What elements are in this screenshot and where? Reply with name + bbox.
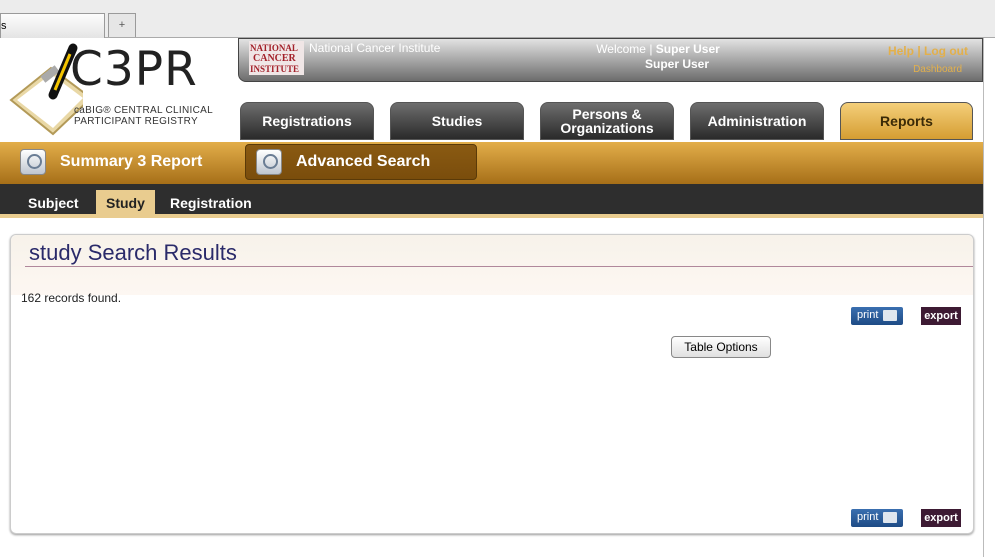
page-title: study Search Results: [29, 240, 237, 265]
nav-tab-registrations[interactable]: Registrations: [240, 102, 374, 140]
dashboard-link[interactable]: Dashboard: [913, 64, 962, 75]
summary-report-label: Summary 3 Report: [60, 153, 203, 170]
summary-report-button[interactable]: Summary 3 Report: [20, 144, 202, 180]
separator: |: [913, 44, 925, 58]
browser-tab-strip: s +: [0, 0, 995, 38]
tab-registration[interactable]: Registration: [160, 190, 262, 218]
welcome-text: Welcome | Super User: [583, 42, 733, 56]
tab-subject[interactable]: Subject: [18, 190, 89, 218]
main-nav: Registrations Studies Persons & Organiza…: [236, 100, 983, 142]
svg-text:INSTITUTE: INSTITUTE: [250, 64, 299, 74]
printer-icon: [883, 512, 897, 523]
browser-tab-label: s: [1, 20, 7, 32]
browser-tab[interactable]: s: [0, 13, 105, 38]
nav-tab-persons-organizations[interactable]: Persons & Organizations: [540, 102, 674, 140]
nci-logo[interactable]: NATIONAL CANCER INSTITUTE: [249, 41, 304, 75]
svg-text:NATIONAL: NATIONAL: [250, 43, 298, 53]
welcome-prefix: Welcome |: [596, 42, 656, 56]
window-edge: [983, 38, 995, 557]
advanced-search-button[interactable]: Advanced Search: [245, 144, 477, 180]
logo-title: C3PR: [70, 42, 198, 97]
magnifier-icon: [20, 149, 46, 175]
logo-subtitle-1: caBIG® CENTRAL CLINICAL: [74, 105, 213, 116]
tab-study[interactable]: Study: [96, 190, 155, 218]
user-name-secondary: Super User: [645, 57, 710, 71]
top-bar: NATIONAL CANCER INSTITUTE National Cance…: [238, 38, 983, 82]
c3pr-logo[interactable]: C3PR caBIG® CENTRAL CLINICAL PARTICIPANT…: [0, 38, 236, 142]
export-button-top[interactable]: export: [921, 307, 961, 325]
sub-nav: Summary 3 Report Advanced Search: [0, 142, 983, 184]
help-link[interactable]: Help: [888, 44, 914, 58]
nav-tab-studies[interactable]: Studies: [390, 102, 524, 140]
user-name: Super User: [655, 42, 720, 56]
records-count: 162 records found.: [21, 291, 122, 305]
nav-tab-reports[interactable]: Reports: [840, 102, 973, 140]
advanced-search-label: Advanced Search: [296, 153, 431, 170]
magnifier-icon: [256, 149, 282, 175]
nci-logo-graphic: NATIONAL CANCER INSTITUTE: [250, 43, 299, 74]
table-options-button[interactable]: Table Options: [671, 336, 771, 358]
nci-label[interactable]: National Cancer Institute: [309, 41, 440, 55]
print-button-bottom[interactable]: print: [851, 509, 903, 527]
logout-link[interactable]: Log out: [924, 44, 968, 58]
title-divider: [25, 266, 973, 267]
print-button-top[interactable]: print: [851, 307, 903, 325]
help-links: Help | Log out: [888, 44, 968, 58]
export-button-bottom[interactable]: export: [921, 509, 961, 527]
print-label: print: [857, 511, 879, 523]
printer-icon: [883, 310, 897, 321]
nav-tab-administration[interactable]: Administration: [690, 102, 824, 140]
print-label: print: [857, 309, 879, 321]
logo-subtitle-2: PARTICIPANT REGISTRY: [74, 116, 198, 127]
svg-text:CANCER: CANCER: [253, 53, 297, 64]
results-panel: study Search Results 162 records found. …: [10, 234, 974, 534]
app-header: C3PR caBIG® CENTRAL CLINICAL PARTICIPANT…: [0, 38, 983, 142]
new-tab-button[interactable]: +: [108, 13, 136, 37]
search-tabs: Subject Study Registration: [0, 184, 983, 218]
